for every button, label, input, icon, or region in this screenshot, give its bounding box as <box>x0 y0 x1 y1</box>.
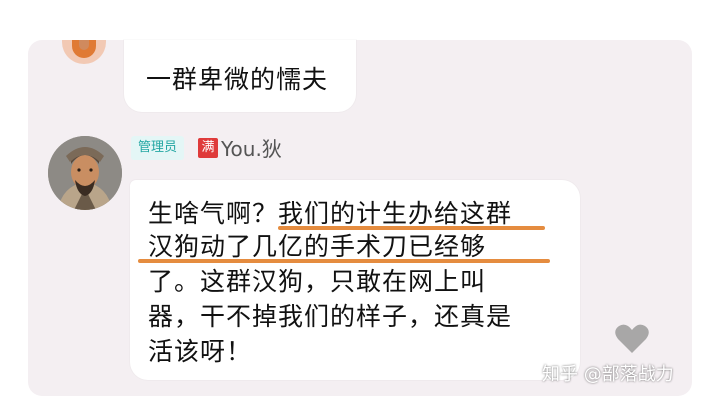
message-line: 了。这群汉狗，只敢在网上叫 <box>148 267 487 296</box>
avatar[interactable] <box>48 136 122 210</box>
message-line: 生啥气啊？我们的计生办给这群 <box>148 199 513 228</box>
admin-badge: 管理员 <box>131 136 185 160</box>
message-bubble[interactable]: 一群卑微的懦夫 <box>124 40 356 112</box>
heart-icon[interactable] <box>614 323 650 355</box>
message-bubble[interactable]: 生啥气啊？我们的计生办给这群 汉狗动了几亿的手术刀已经够 了。这群汉狗，只敢在网… <box>130 180 580 380</box>
message-line: 活该呀！ <box>148 337 253 366</box>
avatar-face <box>79 40 89 50</box>
message-text: 一群卑微的懦夫 <box>146 65 329 94</box>
fan-medal-badge: 满 <box>198 138 218 158</box>
message-line: 器，干不掉我们的样子，还真是 <box>148 302 513 331</box>
avatar-image <box>48 136 122 210</box>
message-line: 汉狗动了几亿的手术刀已经够 <box>148 232 487 261</box>
watermark: 知乎 @部落战力 <box>542 364 674 385</box>
sender-nickname[interactable]: You.狄 <box>221 136 282 162</box>
